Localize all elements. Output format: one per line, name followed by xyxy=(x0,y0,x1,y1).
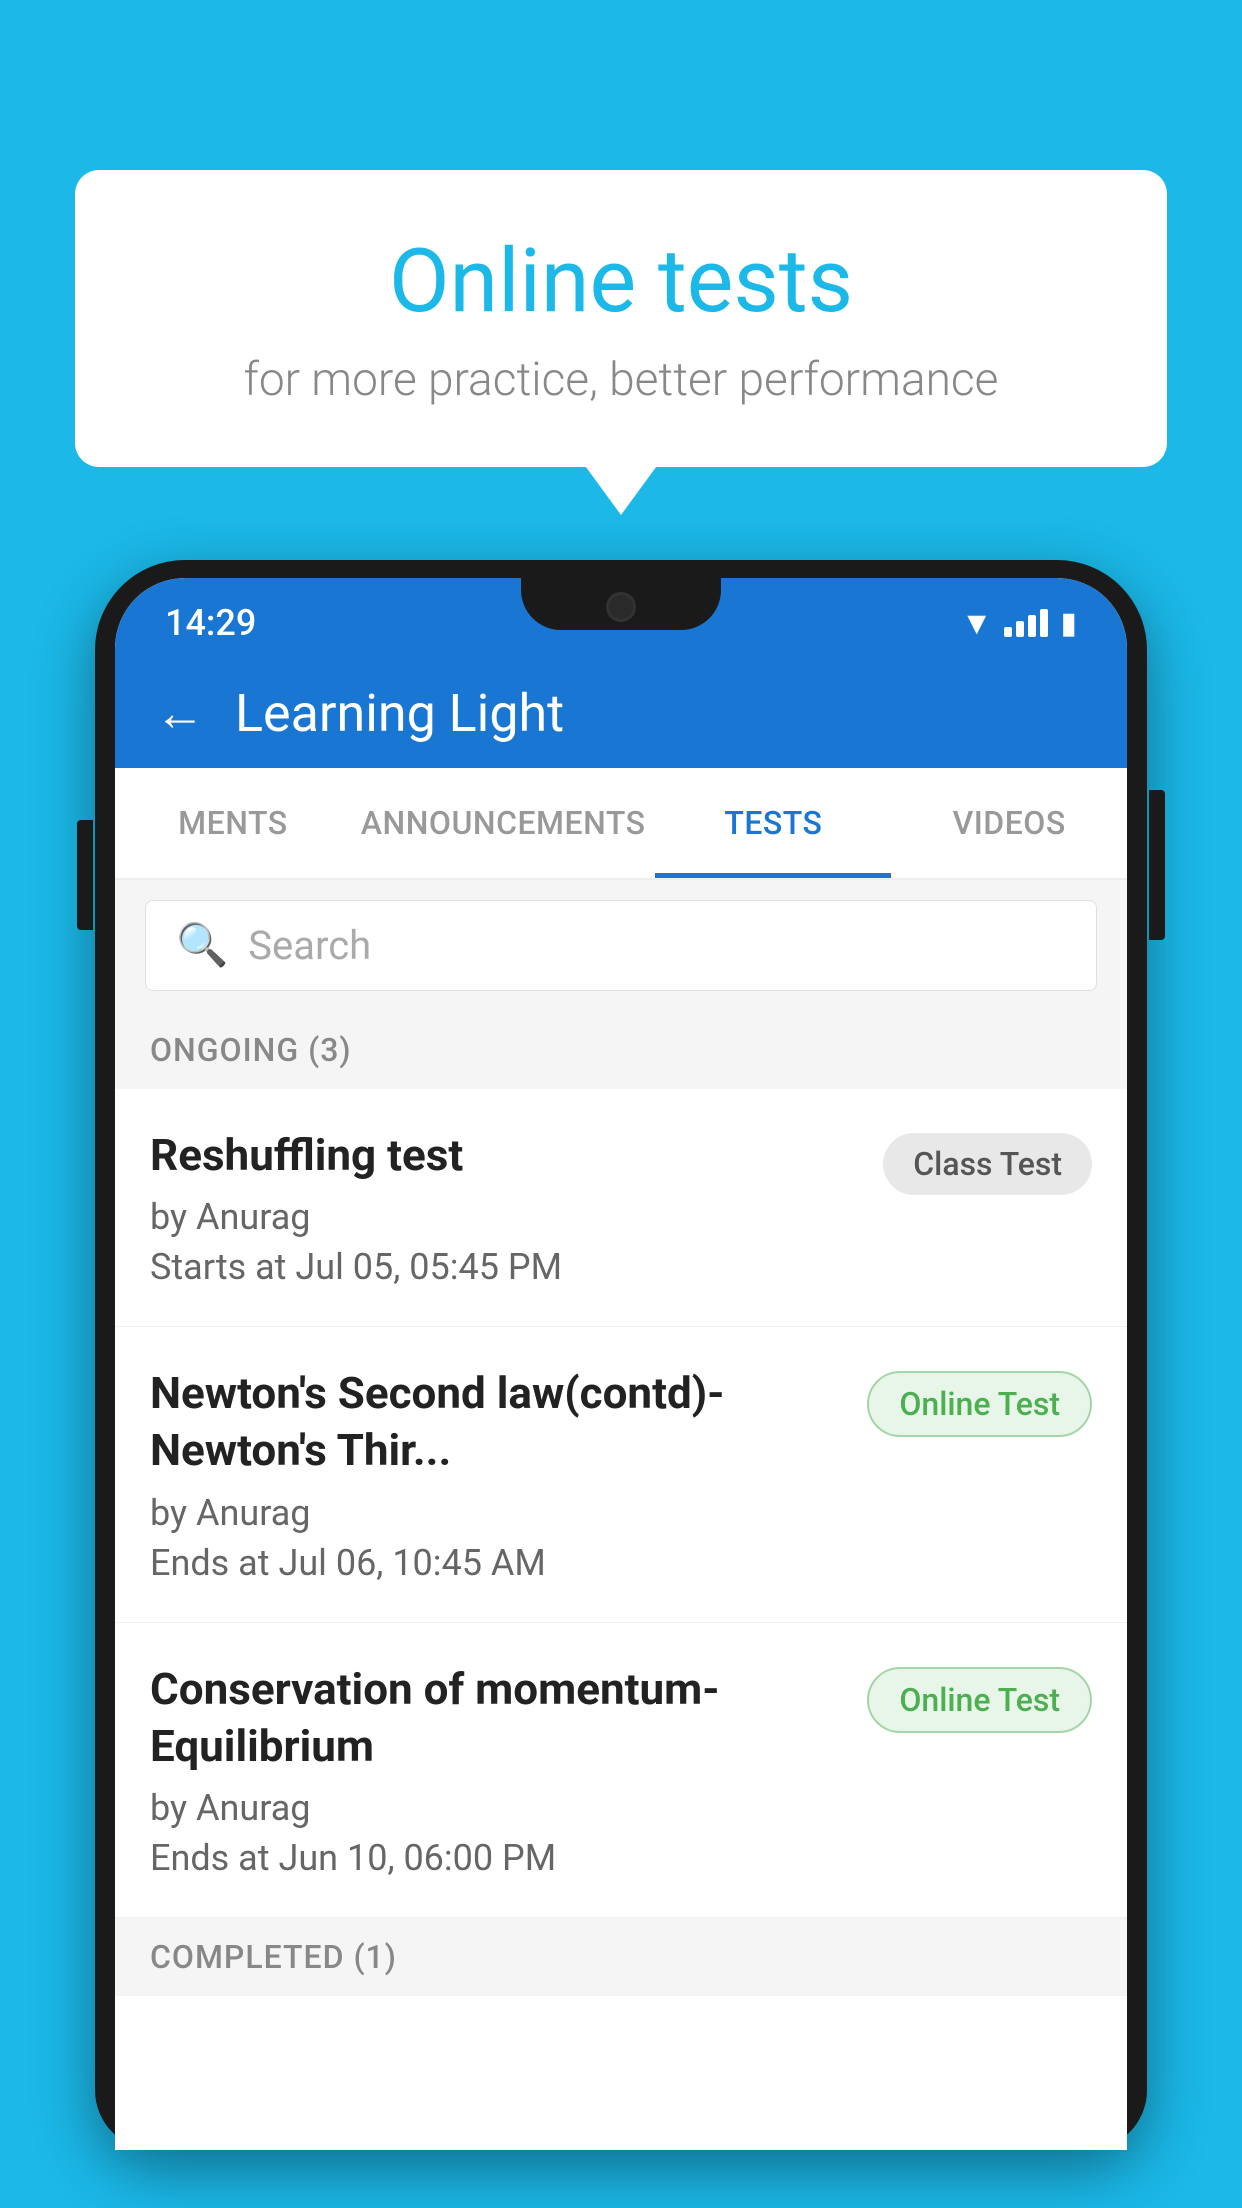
phone-notch xyxy=(521,578,721,630)
signal-icon xyxy=(1004,609,1048,637)
test-time-2: Ends at Jul 06, 10:45 AM xyxy=(150,1542,847,1584)
test-item[interactable]: Reshuffling test by Anurag Starts at Jul… xyxy=(115,1089,1127,1327)
background: Online tests for more practice, better p… xyxy=(0,0,1242,2208)
battery-icon: ▮ xyxy=(1060,606,1077,641)
test-badge-2: Online Test xyxy=(867,1371,1092,1437)
test-author-2: by Anurag xyxy=(150,1492,847,1534)
tab-tests[interactable]: TESTS xyxy=(655,768,891,878)
completed-label: COMPLETED (1) xyxy=(150,1938,397,1976)
tab-ments[interactable]: MENTS xyxy=(115,768,351,878)
wifi-icon: ▼ xyxy=(961,604,993,642)
app-title: Learning Light xyxy=(235,683,564,744)
bubble-title: Online tests xyxy=(155,230,1087,333)
status-icons: ▼ ▮ xyxy=(961,604,1077,642)
bubble-subtitle: for more practice, better performance xyxy=(155,353,1087,407)
test-info-1: Reshuffling test by Anurag Starts at Jul… xyxy=(150,1127,883,1288)
test-info-2: Newton's Second law(contd)-Newton's Thir… xyxy=(150,1365,867,1583)
test-author-3: by Anurag xyxy=(150,1787,847,1829)
ongoing-label: ONGOING (3) xyxy=(150,1031,352,1069)
test-list: Reshuffling test by Anurag Starts at Jul… xyxy=(115,1089,1127,1918)
test-name-1: Reshuffling test xyxy=(150,1127,863,1184)
tab-videos[interactable]: VIDEOS xyxy=(891,768,1127,878)
phone-screen: 14:29 ▼ ▮ xyxy=(115,578,1127,2150)
phone-body: 14:29 ▼ ▮ xyxy=(95,560,1147,2150)
back-button[interactable]: ← xyxy=(155,684,205,743)
test-time-3: Ends at Jun 10, 06:00 PM xyxy=(150,1837,847,1879)
tab-announcements[interactable]: ANNOUNCEMENTS xyxy=(351,768,656,878)
search-container: 🔍 Search xyxy=(115,880,1127,1011)
camera xyxy=(606,592,636,622)
ongoing-section-header: ONGOING (3) xyxy=(115,1011,1127,1089)
test-time-1: Starts at Jul 05, 05:45 PM xyxy=(150,1246,863,1288)
test-name-3: Conservation of momentum-Equilibrium xyxy=(150,1661,847,1775)
test-item[interactable]: Conservation of momentum-Equilibrium by … xyxy=(115,1623,1127,1918)
promo-bubble: Online tests for more practice, better p… xyxy=(75,170,1167,467)
search-box[interactable]: 🔍 Search xyxy=(145,900,1097,991)
test-badge-1: Class Test xyxy=(883,1133,1092,1195)
tabs-bar: MENTS ANNOUNCEMENTS TESTS VIDEOS xyxy=(115,768,1127,880)
test-author-1: by Anurag xyxy=(150,1196,863,1238)
bubble-card: Online tests for more practice, better p… xyxy=(75,170,1167,467)
phone-frame: 14:29 ▼ ▮ xyxy=(95,560,1147,2208)
test-name-2: Newton's Second law(contd)-Newton's Thir… xyxy=(150,1365,847,1479)
test-info-3: Conservation of momentum-Equilibrium by … xyxy=(150,1661,867,1879)
search-placeholder: Search xyxy=(248,922,371,969)
status-time: 14:29 xyxy=(165,602,256,644)
search-icon: 🔍 xyxy=(176,921,228,970)
test-badge-3: Online Test xyxy=(867,1667,1092,1733)
test-item[interactable]: Newton's Second law(contd)-Newton's Thir… xyxy=(115,1327,1127,1622)
app-bar: ← Learning Light xyxy=(115,658,1127,768)
completed-section-header: COMPLETED (1) xyxy=(115,1918,1127,1996)
